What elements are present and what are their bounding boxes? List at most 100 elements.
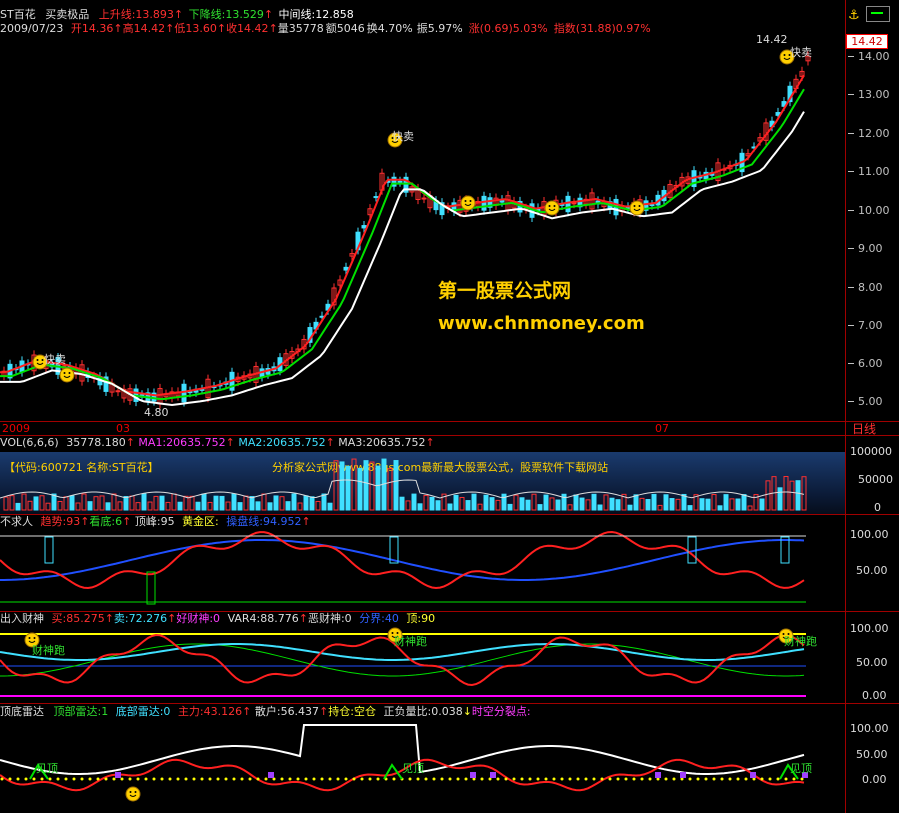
smiley-icon bbox=[544, 200, 560, 216]
split-point-dot bbox=[608, 777, 612, 781]
volume-bar bbox=[249, 496, 255, 511]
split-point-dot bbox=[672, 777, 676, 781]
split-point-dot bbox=[104, 777, 108, 781]
volume-bar bbox=[255, 501, 261, 511]
volume-bar bbox=[87, 501, 93, 511]
price-tick: 5.00 bbox=[848, 395, 883, 408]
volume-bar bbox=[9, 495, 15, 511]
top-signal-label: 见顶 bbox=[402, 762, 424, 775]
split-point-dot bbox=[528, 777, 532, 781]
volume-bar bbox=[783, 476, 789, 511]
split-point-dot bbox=[248, 777, 252, 781]
split-point-dot bbox=[352, 777, 356, 781]
volume-bar bbox=[129, 495, 135, 511]
split-point-dot bbox=[200, 777, 204, 781]
volume-bar bbox=[267, 502, 273, 511]
volume-bar bbox=[429, 496, 435, 511]
split-point-dot bbox=[760, 777, 764, 781]
volume-bar bbox=[357, 467, 363, 511]
split-point-dot bbox=[464, 777, 468, 781]
volume-bar bbox=[459, 496, 465, 511]
bottom-box bbox=[146, 571, 156, 605]
split-point-dot bbox=[192, 777, 196, 781]
volume-bar bbox=[321, 493, 327, 511]
split-point-dot bbox=[280, 777, 284, 781]
volume-bar bbox=[309, 496, 315, 511]
volume-bar bbox=[723, 494, 729, 511]
volume-bar bbox=[663, 494, 669, 511]
sell-signal-label: 快卖 bbox=[392, 130, 414, 143]
volume-bar bbox=[519, 497, 525, 511]
volume-bar bbox=[489, 497, 495, 511]
volume-bar bbox=[21, 493, 27, 511]
smiley-icon-eye bbox=[469, 200, 472, 202]
price-tick: 9.00 bbox=[848, 242, 883, 255]
volume-bar bbox=[333, 460, 339, 511]
volume-bar bbox=[111, 493, 117, 511]
split-point-dot bbox=[288, 777, 292, 781]
split-point-dot bbox=[336, 777, 340, 781]
volume-bar bbox=[801, 476, 807, 511]
split-point-dot bbox=[600, 777, 604, 781]
radar-marker bbox=[115, 772, 121, 778]
volume-bar bbox=[741, 494, 747, 511]
split-point-dot bbox=[256, 777, 260, 781]
volume-bar bbox=[339, 461, 345, 511]
split-point-dot bbox=[184, 777, 188, 781]
split-point-dot bbox=[32, 777, 36, 781]
split-point-dot bbox=[544, 777, 548, 781]
price-axis-line bbox=[845, 0, 846, 813]
candle-body bbox=[115, 390, 121, 393]
split-point-dot bbox=[432, 777, 436, 781]
smiley-icon-eye bbox=[129, 791, 132, 793]
split-point-dot bbox=[328, 777, 332, 781]
volume-bar bbox=[483, 494, 489, 511]
smiley-icon-eye bbox=[638, 205, 641, 207]
volume-bar bbox=[579, 497, 585, 511]
volume-bar bbox=[177, 501, 183, 511]
volume-bar bbox=[399, 496, 405, 511]
split-point-dot bbox=[440, 777, 444, 781]
period-label[interactable]: 日线 bbox=[852, 423, 876, 435]
split-point-dot bbox=[624, 777, 628, 781]
volume-tick: 0 bbox=[874, 501, 881, 514]
candle-body bbox=[649, 204, 655, 207]
lock-icon[interactable]: ⚓ bbox=[848, 8, 860, 23]
volume-bar bbox=[123, 496, 129, 511]
volume-bar bbox=[351, 458, 357, 511]
volume-bar bbox=[183, 495, 189, 511]
smiley-icon-eye bbox=[28, 637, 31, 639]
current-price-box: 14.42 bbox=[846, 34, 888, 49]
volume-bar bbox=[63, 496, 69, 511]
split-point-dot bbox=[536, 777, 540, 781]
split-point-dot bbox=[208, 777, 212, 781]
top-box bbox=[44, 536, 54, 564]
split-point-dot bbox=[368, 777, 372, 781]
volume-bar bbox=[147, 501, 153, 511]
split-point-dot bbox=[176, 777, 180, 781]
split-point-dot bbox=[224, 777, 228, 781]
volume-bar bbox=[225, 501, 231, 511]
volume-bar bbox=[699, 498, 705, 511]
volume-bar bbox=[423, 494, 429, 511]
volume-bar bbox=[201, 493, 207, 511]
split-point-dot bbox=[584, 777, 588, 781]
volume-bar bbox=[393, 460, 399, 511]
volume-bar bbox=[531, 493, 537, 511]
split-point-dot bbox=[560, 777, 564, 781]
candle-body bbox=[181, 383, 187, 403]
smiley-icon-eye bbox=[68, 372, 71, 374]
top-signal-label: 见顶 bbox=[36, 762, 58, 775]
split-point-dot bbox=[736, 777, 740, 781]
split-point-dot bbox=[416, 777, 420, 781]
smiley-icon bbox=[125, 786, 141, 802]
price-tick: 13.00 bbox=[848, 88, 890, 101]
volume-bar bbox=[315, 500, 321, 511]
volume-bar bbox=[465, 500, 471, 511]
candle-body bbox=[361, 225, 367, 229]
volume-bar bbox=[297, 502, 303, 511]
window-control-icon[interactable] bbox=[866, 6, 890, 22]
split-point-dot bbox=[8, 777, 12, 781]
split-point-dot bbox=[360, 777, 364, 781]
volume-bar bbox=[501, 493, 507, 511]
